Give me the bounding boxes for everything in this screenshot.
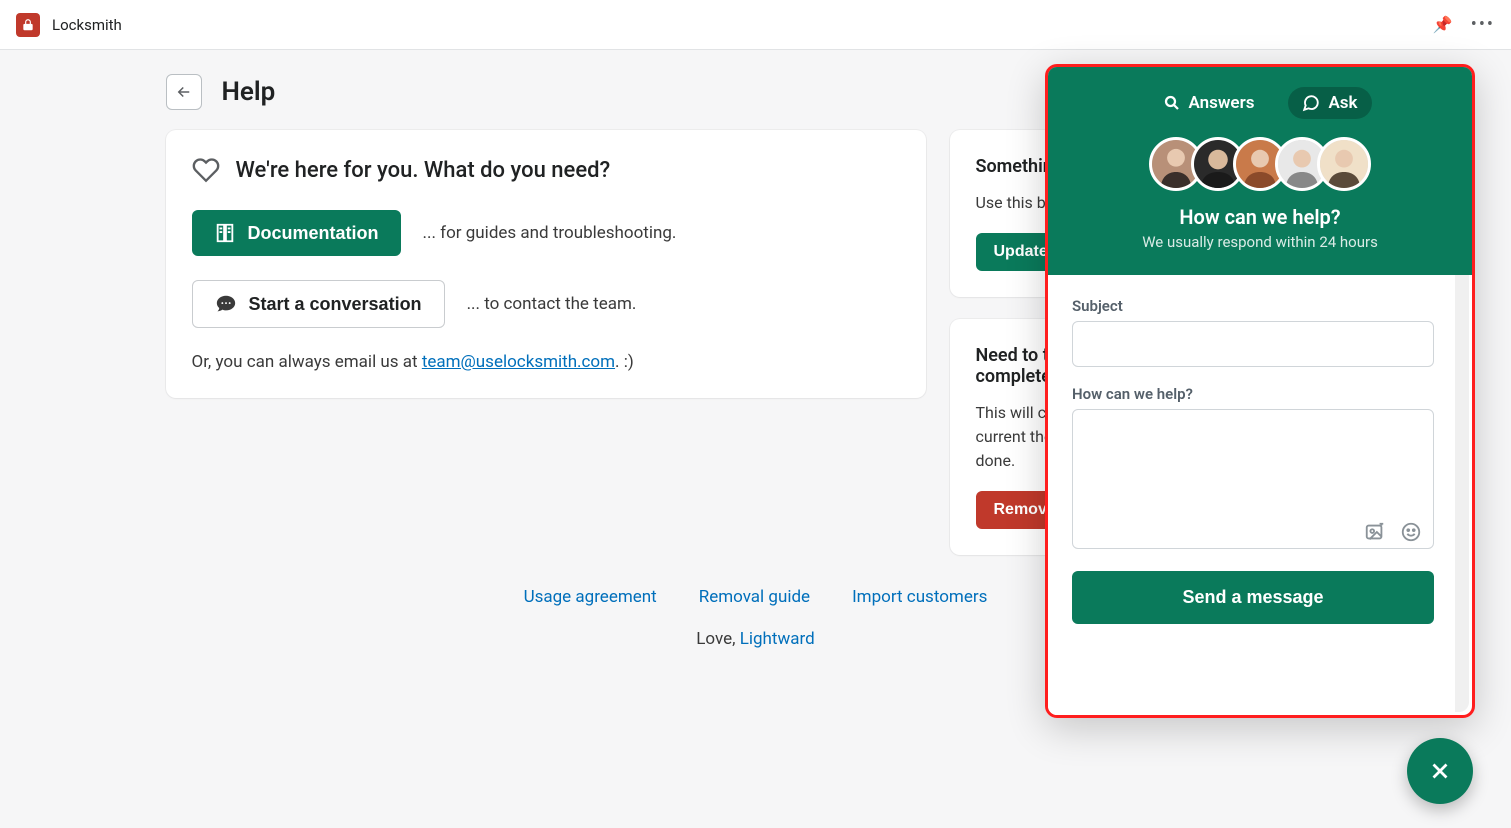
- contact-email-link[interactable]: team@uselocksmith.com: [422, 352, 615, 372]
- close-icon: [1427, 758, 1453, 784]
- back-button[interactable]: [166, 74, 202, 110]
- chat-header: Answers Ask How can we help? We usually …: [1048, 67, 1472, 275]
- chat-tab-answers-label: Answers: [1189, 93, 1255, 113]
- chat-body: Subject How can we help? Send a message: [1048, 275, 1458, 715]
- chat-icon: [215, 293, 237, 315]
- documentation-desc: ... for guides and troubleshooting.: [423, 223, 677, 243]
- chat-title: How can we help?: [1068, 205, 1452, 229]
- support-avatars: [1068, 137, 1452, 191]
- email-prefix: Or, you can always email us at: [192, 352, 422, 372]
- start-conversation-desc: ... to contact the team.: [467, 294, 637, 314]
- search-icon: [1163, 94, 1181, 112]
- hero-text: We're here for you. What do you need?: [236, 158, 611, 183]
- app-title: Locksmith: [52, 16, 122, 34]
- app-logo-icon: [16, 13, 40, 37]
- emoji-icon[interactable]: [1400, 521, 1422, 543]
- avatar: [1317, 137, 1371, 191]
- footer-love-prefix: Love,: [696, 629, 739, 649]
- chat-tab-answers[interactable]: Answers: [1149, 87, 1269, 119]
- attach-image-icon[interactable]: [1364, 521, 1386, 543]
- footer-link-import[interactable]: Import customers: [852, 587, 987, 607]
- pin-icon[interactable]: 📌: [1433, 15, 1453, 34]
- chat-tab-ask-label: Ask: [1328, 93, 1357, 113]
- footer-link-usage[interactable]: Usage agreement: [524, 587, 657, 607]
- documentation-button-label: Documentation: [248, 223, 379, 244]
- chat-close-button[interactable]: [1407, 738, 1473, 804]
- page-title: Help: [222, 77, 276, 107]
- subject-input[interactable]: [1072, 321, 1434, 367]
- start-conversation-button[interactable]: Start a conversation: [192, 280, 445, 328]
- more-menu-icon[interactable]: •••: [1471, 14, 1495, 35]
- chat-tab-ask[interactable]: Ask: [1288, 87, 1371, 119]
- heart-icon: [192, 156, 220, 184]
- send-message-button[interactable]: Send a message: [1072, 571, 1434, 624]
- subject-label: Subject: [1072, 297, 1434, 315]
- book-icon: [214, 222, 236, 244]
- speech-icon: [1302, 94, 1320, 112]
- chat-widget: Answers Ask How can we help? We usually …: [1045, 64, 1475, 718]
- start-conversation-button-label: Start a conversation: [249, 294, 422, 315]
- email-suffix: . :): [615, 352, 634, 372]
- chat-subtitle: We usually respond within 24 hours: [1068, 233, 1452, 251]
- help-card: We're here for you. What do you need? Do…: [166, 130, 926, 398]
- arrow-left-icon: [175, 83, 193, 101]
- email-line: Or, you can always email us at team@usel…: [192, 352, 900, 372]
- footer-link-removal[interactable]: Removal guide: [699, 587, 810, 607]
- documentation-button[interactable]: Documentation: [192, 210, 401, 256]
- app-topbar: Locksmith 📌 •••: [0, 0, 1511, 50]
- message-label: How can we help?: [1072, 385, 1434, 403]
- footer-lightward-link[interactable]: Lightward: [740, 629, 815, 649]
